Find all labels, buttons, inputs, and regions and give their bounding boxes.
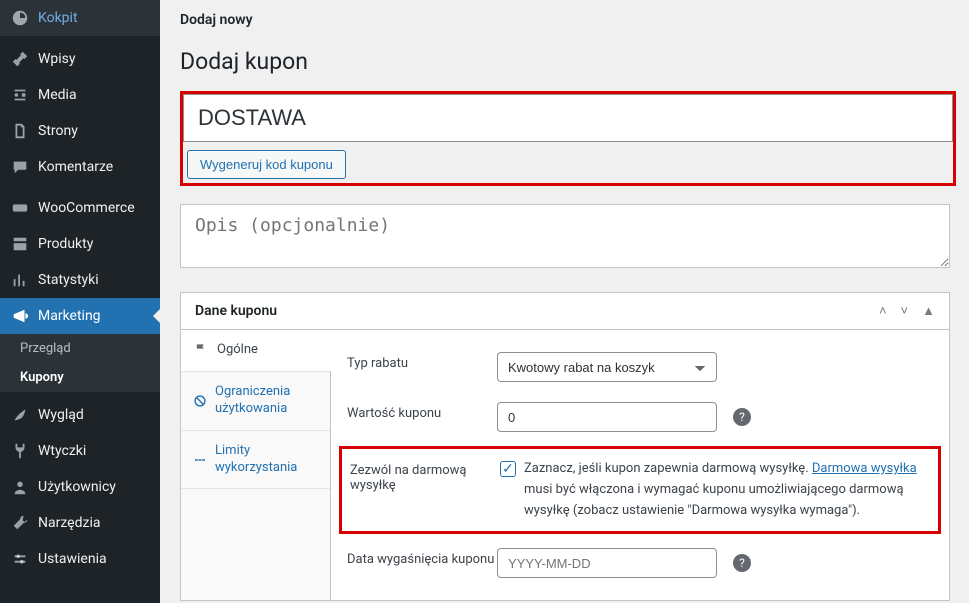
sidebar-item-label: Ustawienia	[38, 551, 107, 567]
media-icon	[10, 85, 30, 105]
text: musi być włączona i wymagać kuponu umożl…	[524, 482, 904, 518]
sidebar-item-label: WooCommerce	[38, 200, 135, 216]
free-shipping-link[interactable]: Darmowa wysyłka	[812, 461, 917, 476]
sidebar-item-label: Kokpit	[38, 10, 78, 26]
breadcrumb: Dodaj nowy	[160, 0, 969, 40]
sidebar-sub-overview[interactable]: Przegląd	[0, 334, 160, 363]
field-free-shipping: Zezwól na darmową wysyłkę ✓ Zaznacz, jeś…	[339, 446, 941, 534]
expiry-date-input[interactable]	[497, 548, 717, 578]
pin-icon	[10, 49, 30, 69]
coupon-amount-input[interactable]	[497, 402, 717, 432]
sidebar-item-plugins[interactable]: Wtyczki	[0, 433, 160, 469]
help-icon[interactable]: ?	[733, 408, 751, 426]
tab-general[interactable]: Ogólne	[181, 330, 330, 372]
sidebar-item-label: Narzędzia	[38, 515, 100, 531]
sidebar-item-posts[interactable]: Wpisy	[0, 41, 160, 77]
sidebar-item-label: Wpisy	[38, 51, 76, 67]
coupon-code-input[interactable]	[183, 94, 953, 142]
sidebar-item-settings[interactable]: Ustawienia	[0, 541, 160, 577]
sidebar-sub-coupons[interactable]: Kupony	[0, 363, 160, 392]
free-shipping-checkbox[interactable]: ✓	[500, 461, 516, 477]
field-discount-type: Typ rabatu Kwotowy rabat na koszyk	[347, 342, 933, 392]
description-textarea[interactable]	[180, 204, 950, 268]
stats-icon	[10, 270, 30, 290]
field-coupon-amount: Wartość kuponu ?	[347, 392, 933, 442]
free-shipping-description: Zaznacz, jeśli kupon zapewnia darmową wy…	[524, 459, 930, 521]
plugins-icon	[10, 441, 30, 461]
sidebar-item-label: Komentarze	[38, 159, 113, 175]
settings-icon	[10, 549, 30, 569]
field-expiry-date: Data wygaśnięcia kuponu ?	[347, 538, 933, 588]
tab-label: Limity wykorzystania	[215, 443, 318, 477]
sidebar-item-label: Produkty	[38, 236, 93, 252]
sidebar-item-woocommerce[interactable]: WooCommerce	[0, 190, 160, 226]
appearance-icon	[10, 405, 30, 425]
comment-icon	[10, 157, 30, 177]
sidebar-item-label: Marketing	[38, 308, 101, 324]
panel-header: Dane kuponu ˄ ˅ ▲	[181, 293, 949, 330]
dashboard-icon	[10, 8, 30, 28]
panel-up-icon[interactable]: ˄	[879, 303, 887, 319]
help-icon[interactable]: ?	[733, 554, 751, 572]
sidebar-item-label: Strony	[38, 123, 78, 139]
panel-tabs: Ogólne Ograniczenia użytkowania Limity w…	[181, 330, 331, 600]
sidebar-item-products[interactable]: Produkty	[0, 226, 160, 262]
sidebar-item-label: Statystyki	[38, 272, 99, 288]
sidebar-item-label: Wygląd	[38, 407, 84, 423]
sidebar-item-label: Wtyczki	[38, 443, 86, 459]
page-title: Dodaj kupon	[180, 48, 949, 75]
coupon-data-panel: Dane kuponu ˄ ˅ ▲ Ogólne Ograniczenia uż…	[180, 292, 950, 601]
tab-usage-limits[interactable]: Limity wykorzystania	[181, 431, 330, 490]
main-content: Dodaj nowy Dodaj kupon Wygeneruj kod kup…	[160, 0, 969, 603]
generate-code-button[interactable]: Wygeneruj kod kuponu	[187, 150, 346, 179]
sidebar-item-label: Użytkownicy	[38, 479, 116, 495]
discount-type-select[interactable]: Kwotowy rabat na koszyk	[497, 352, 717, 382]
tab-usage-restriction[interactable]: Ograniczenia użytkowania	[181, 372, 330, 431]
panel-title: Dane kuponu	[195, 303, 277, 319]
sidebar-item-users[interactable]: Użytkownicy	[0, 469, 160, 505]
users-icon	[10, 477, 30, 497]
field-label: Wartość kuponu	[347, 402, 497, 421]
panel-toggle-icon[interactable]: ▲	[922, 303, 935, 319]
tab-label: Ogólne	[217, 342, 258, 359]
admin-sidebar: Kokpit Wpisy Media Strony Komentarze Woo…	[0, 0, 160, 603]
restriction-icon	[193, 393, 207, 409]
sidebar-item-tools[interactable]: Narzędzia	[0, 505, 160, 541]
sidebar-item-statistics[interactable]: Statystyki	[0, 262, 160, 298]
woo-icon	[10, 198, 30, 218]
field-label: Data wygaśnięcia kuponu	[347, 548, 497, 567]
field-label: Zezwól na darmową wysyłkę	[350, 459, 500, 493]
limits-icon	[193, 452, 207, 468]
sidebar-item-marketing[interactable]: Marketing	[0, 298, 160, 334]
sidebar-submenu: Przegląd Kupony	[0, 334, 160, 392]
flag-icon	[193, 342, 209, 358]
panel-down-icon[interactable]: ˅	[901, 303, 909, 319]
sidebar-item-dashboard[interactable]: Kokpit	[0, 0, 160, 36]
coupon-code-highlight: Wygeneruj kod kuponu	[180, 91, 956, 186]
products-icon	[10, 234, 30, 254]
sidebar-item-appearance[interactable]: Wygląd	[0, 397, 160, 433]
sidebar-item-label: Media	[38, 87, 77, 103]
text: Zaznacz, jeśli kupon zapewnia darmową wy…	[524, 461, 812, 476]
panel-fields: Typ rabatu Kwotowy rabat na koszyk Warto…	[331, 330, 949, 600]
tab-label: Ograniczenia użytkowania	[215, 384, 318, 418]
sidebar-item-comments[interactable]: Komentarze	[0, 149, 160, 185]
field-label: Typ rabatu	[347, 352, 497, 371]
pages-icon	[10, 121, 30, 141]
marketing-icon	[10, 306, 30, 326]
sidebar-item-pages[interactable]: Strony	[0, 113, 160, 149]
tools-icon	[10, 513, 30, 533]
sidebar-item-media[interactable]: Media	[0, 77, 160, 113]
